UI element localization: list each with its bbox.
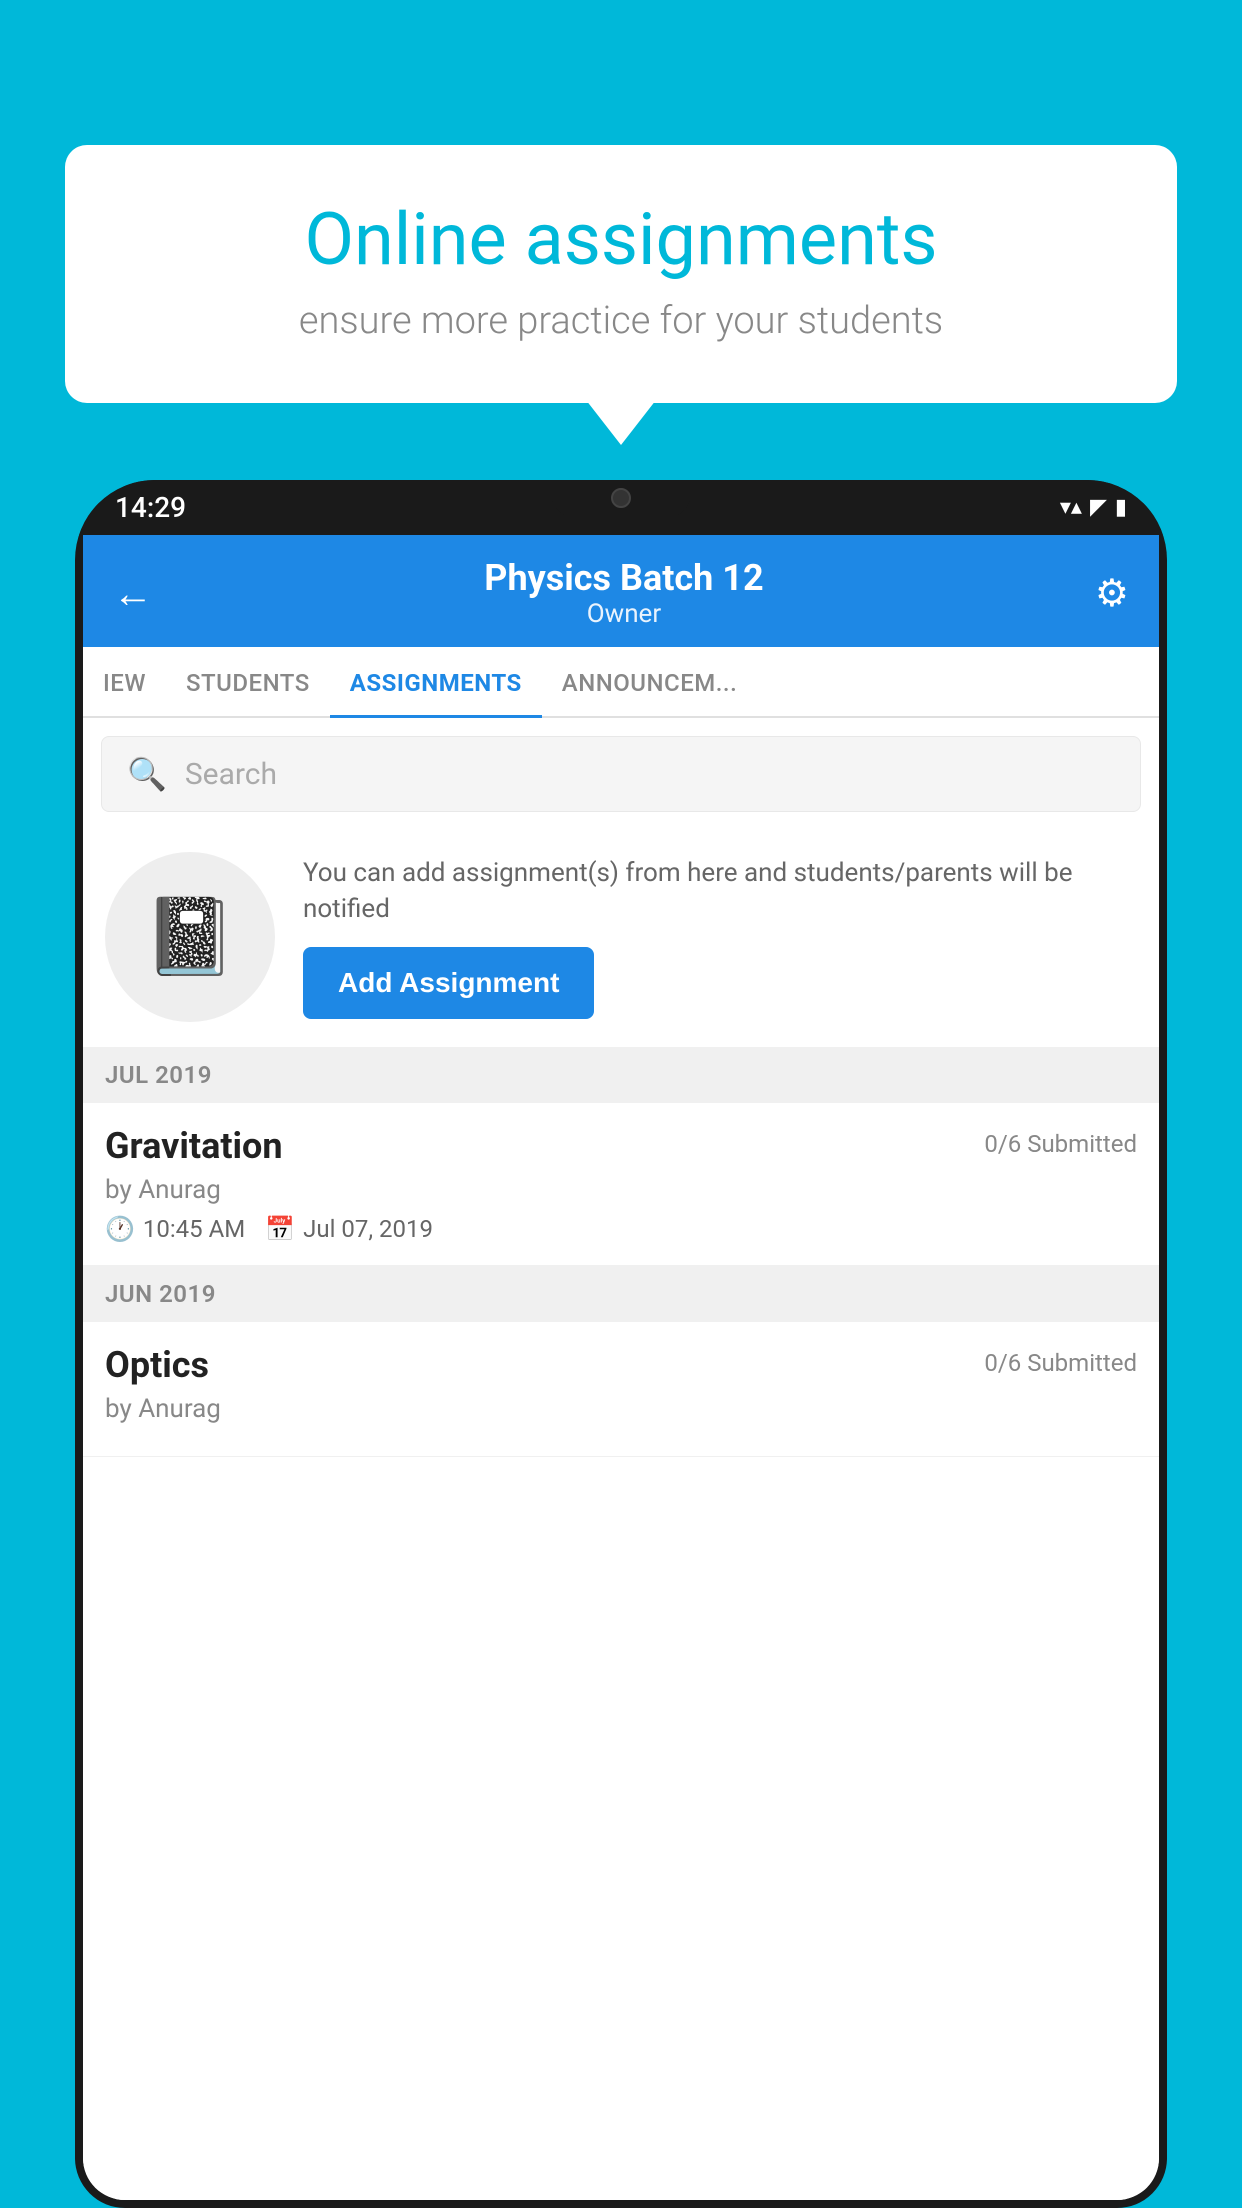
- section-jul-2019: JUL 2019: [83, 1047, 1159, 1103]
- tab-announcements[interactable]: ANNOUNCEM...: [542, 647, 757, 718]
- app-header: ← Physics Batch 12 Owner ⚙: [83, 535, 1159, 647]
- assignment-meta-gravitation: 🕐 10:45 AM 📅 Jul 07, 2019: [105, 1215, 1137, 1243]
- promo-text-area: You can add assignment(s) from here and …: [303, 855, 1137, 1020]
- tabs-bar: IEW STUDENTS ASSIGNMENTS ANNOUNCEM...: [83, 647, 1159, 718]
- signal-icon: ◤: [1090, 495, 1107, 520]
- speech-bubble-container: Online assignments ensure more practice …: [65, 145, 1177, 403]
- phone-screen: ← Physics Batch 12 Owner ⚙ IEW STUDENTS …: [83, 535, 1159, 2200]
- promo-icon-circle: 📓: [105, 852, 275, 1022]
- assignment-row-top-optics: Optics 0/6 Submitted: [105, 1344, 1137, 1386]
- assignment-by-optics: by Anurag: [105, 1394, 1137, 1424]
- assignment-by-gravitation: by Anurag: [105, 1175, 1137, 1205]
- clock-icon: 🕐: [105, 1215, 135, 1243]
- settings-icon[interactable]: ⚙: [1095, 571, 1129, 616]
- status-bar: 14:29 ▾▴ ◤ ▮: [75, 480, 1167, 535]
- assignment-item-optics[interactable]: Optics 0/6 Submitted by Anurag: [83, 1322, 1159, 1457]
- search-placeholder: Search: [185, 757, 277, 792]
- speech-bubble: Online assignments ensure more practice …: [65, 145, 1177, 403]
- add-assignment-button[interactable]: Add Assignment: [303, 947, 594, 1019]
- speech-bubble-title: Online assignments: [135, 200, 1107, 279]
- screen-content: 🔍 Search 📓 You can add assignment(s) fro…: [83, 718, 1159, 2200]
- batch-title: Physics Batch 12: [153, 557, 1095, 599]
- assignment-time-gravitation: 🕐 10:45 AM: [105, 1215, 245, 1243]
- header-title-area: Physics Batch 12 Owner: [153, 557, 1095, 629]
- assignment-submitted-optics: 0/6 Submitted: [984, 1344, 1137, 1377]
- promo-description: You can add assignment(s) from here and …: [303, 855, 1137, 928]
- status-icons: ▾▴ ◤ ▮: [1060, 495, 1127, 520]
- battery-icon: ▮: [1115, 495, 1127, 520]
- calendar-icon: 📅: [265, 1215, 295, 1243]
- tab-iew[interactable]: IEW: [83, 647, 166, 718]
- tab-assignments[interactable]: ASSIGNMENTS: [330, 647, 542, 718]
- assignment-item[interactable]: Gravitation 0/6 Submitted by Anurag 🕐 10…: [83, 1103, 1159, 1266]
- notebook-icon: 📓: [143, 893, 236, 981]
- wifi-icon: ▾▴: [1060, 495, 1082, 520]
- search-bar[interactable]: 🔍 Search: [101, 736, 1141, 812]
- phone-frame: 14:29 ▾▴ ◤ ▮ ← Physics Batch 12 Owner ⚙ …: [75, 480, 1167, 2208]
- batch-subtitle: Owner: [153, 599, 1095, 629]
- assignment-submitted-gravitation: 0/6 Submitted: [984, 1125, 1137, 1158]
- section-jun-2019: JUN 2019: [83, 1266, 1159, 1322]
- search-icon: 🔍: [127, 755, 167, 793]
- status-time: 14:29: [115, 491, 186, 524]
- phone-notch: [551, 480, 691, 518]
- assignment-title-optics: Optics: [105, 1344, 209, 1386]
- promo-section: 📓 You can add assignment(s) from here an…: [83, 827, 1159, 1047]
- tab-students[interactable]: STUDENTS: [166, 647, 330, 718]
- speech-bubble-subtitle: ensure more practice for your students: [135, 299, 1107, 343]
- assignment-date-gravitation: 📅 Jul 07, 2019: [265, 1215, 433, 1243]
- date-value-gravitation: Jul 07, 2019: [303, 1215, 433, 1243]
- time-value-gravitation: 10:45 AM: [143, 1215, 245, 1243]
- phone-camera: [611, 488, 631, 508]
- back-button[interactable]: ←: [113, 570, 153, 617]
- assignment-row-top: Gravitation 0/6 Submitted: [105, 1125, 1137, 1167]
- assignment-title-gravitation: Gravitation: [105, 1125, 283, 1167]
